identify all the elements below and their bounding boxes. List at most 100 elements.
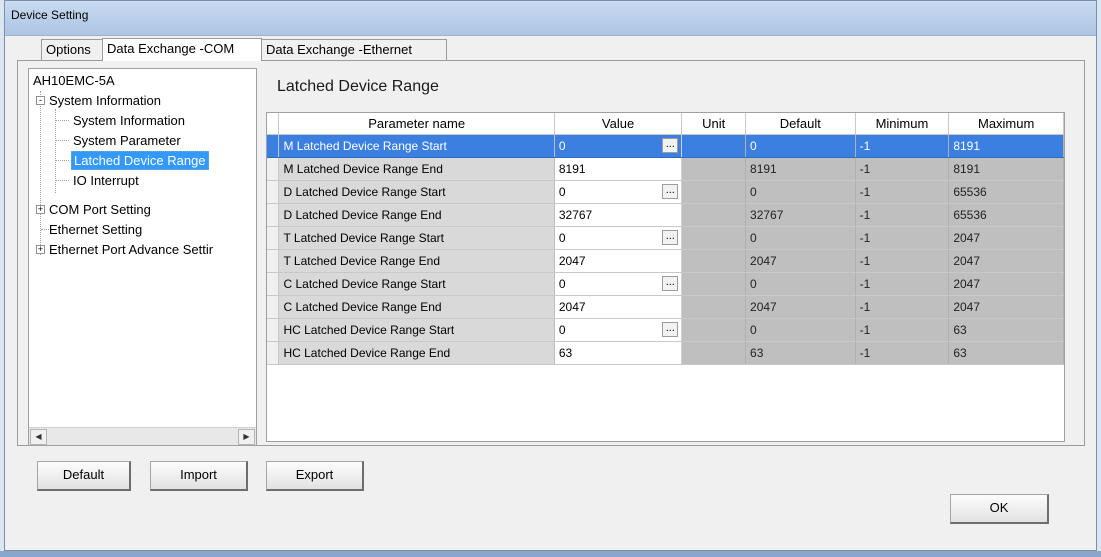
row-header-cell[interactable] xyxy=(267,318,280,342)
table-row[interactable]: M Latched Device Range Start 0... 0 -1 8191 xyxy=(267,134,1064,158)
cell-unit xyxy=(681,203,747,227)
cell-minimum: -1 xyxy=(855,249,950,273)
ellipsis-button[interactable]: ... xyxy=(662,230,679,245)
cell-value[interactable]: 0... xyxy=(554,226,683,250)
cell-value[interactable]: 63 xyxy=(554,341,683,365)
column-header-maximum[interactable]: Maximum xyxy=(948,113,1064,135)
cell-maximum: 2047 xyxy=(948,226,1064,250)
table-row[interactable]: T Latched Device Range End 2047 2047 -1 2047 xyxy=(267,249,1064,273)
row-header-cell[interactable] xyxy=(267,341,280,365)
ok-button[interactable]: OK xyxy=(950,494,1049,524)
cell-value[interactable]: 0... xyxy=(554,272,683,296)
tree-horizontal-scrollbar[interactable]: ◀ ▶ xyxy=(29,427,256,445)
row-header-cell[interactable] xyxy=(267,272,280,296)
tree-item-io-interrupt[interactable]: IO Interrupt xyxy=(73,172,139,189)
cell-value-text: 0 xyxy=(558,277,566,291)
settings-tree[interactable]: AH10EMC-5A - System Information System I… xyxy=(28,68,257,446)
cell-minimum: -1 xyxy=(855,295,950,319)
cell-parameter-name: M Latched Device Range Start xyxy=(278,134,555,158)
parameter-table: Parameter name Value Unit Default Minimu… xyxy=(267,113,1064,365)
cell-value[interactable]: 8191 xyxy=(554,157,683,181)
ellipsis-button[interactable]: ... xyxy=(662,322,679,337)
cell-default: 0 xyxy=(745,272,856,296)
column-header-default[interactable]: Default xyxy=(745,113,856,135)
collapse-icon[interactable]: - xyxy=(36,96,45,105)
row-header-cell[interactable] xyxy=(267,249,280,273)
cell-parameter-name: C Latched Device Range End xyxy=(278,295,555,319)
cell-value-text: 0 xyxy=(558,139,566,153)
cell-default: 2047 xyxy=(745,249,856,273)
row-header-cell[interactable] xyxy=(267,226,280,250)
table-row[interactable]: D Latched Device Range End 32767 32767 -1 65… xyxy=(267,203,1064,227)
tree-item-ethernet-setting[interactable]: Ethernet Setting xyxy=(49,221,142,238)
default-button[interactable]: Default xyxy=(37,461,131,491)
tab-data-exchange-ethernet[interactable]: Data Exchange -Ethernet xyxy=(261,39,447,60)
table-row[interactable]: C Latched Device Range Start 0... 0 -1 2047 xyxy=(267,272,1064,296)
column-header-minimum[interactable]: Minimum xyxy=(855,113,950,135)
cell-unit xyxy=(681,318,747,342)
cell-default: 0 xyxy=(745,180,856,204)
cell-minimum: -1 xyxy=(855,341,950,365)
column-header-unit[interactable]: Unit xyxy=(681,113,747,135)
row-header-cell[interactable] xyxy=(267,180,280,204)
cell-unit xyxy=(681,295,747,319)
cell-value[interactable]: 2047 xyxy=(554,295,683,319)
cell-parameter-name: D Latched Device Range Start xyxy=(278,180,555,204)
tree-item-system-information[interactable]: System Information xyxy=(49,92,161,109)
cell-value[interactable]: 0... xyxy=(554,180,683,204)
parameter-grid[interactable]: Parameter name Value Unit Default Minimu… xyxy=(266,112,1065,442)
cell-value[interactable]: 0... xyxy=(554,134,683,158)
tab-data-exchange-com[interactable]: Data Exchange -COM xyxy=(102,38,262,61)
row-header-cell[interactable] xyxy=(267,203,280,227)
cell-value[interactable]: 2047 xyxy=(554,249,683,273)
column-header-value[interactable]: Value xyxy=(554,113,683,135)
table-row[interactable]: C Latched Device Range End 2047 2047 -1 2047 xyxy=(267,295,1064,319)
window-title: Device Setting xyxy=(11,8,89,22)
cell-minimum: -1 xyxy=(855,180,950,204)
expand-icon[interactable]: + xyxy=(36,245,45,254)
cell-value-text: 2047 xyxy=(558,300,586,314)
ellipsis-button[interactable]: ... xyxy=(662,184,679,199)
cell-default: 0 xyxy=(745,134,856,158)
cell-default: 0 xyxy=(745,318,856,342)
cell-value-text: 0 xyxy=(558,185,566,199)
cell-maximum: 2047 xyxy=(948,295,1064,319)
row-header-cell[interactable] xyxy=(267,295,280,319)
scroll-right-icon[interactable]: ▶ xyxy=(238,429,255,445)
cell-value[interactable]: 32767 xyxy=(554,203,683,227)
cell-parameter-name: T Latched Device Range Start xyxy=(278,226,555,250)
export-button[interactable]: Export xyxy=(266,461,364,491)
tab-options[interactable]: Options xyxy=(41,39,103,60)
ellipsis-button[interactable]: ... xyxy=(662,138,679,153)
tree-item-com-port-setting[interactable]: COM Port Setting xyxy=(49,201,151,218)
title-bar[interactable]: Device Setting xyxy=(5,1,1096,36)
scroll-left-icon[interactable]: ◀ xyxy=(30,429,47,445)
column-header-parameter-name[interactable]: Parameter name xyxy=(278,113,555,135)
table-row[interactable]: M Latched Device Range End 8191 8191 -1 8191 xyxy=(267,157,1064,181)
table-row[interactable]: HC Latched Device Range Start 0... 0 -1 63 xyxy=(267,318,1064,342)
row-header-cell[interactable] xyxy=(267,157,280,181)
cell-parameter-name: HC Latched Device Range End xyxy=(278,341,555,365)
tree-root[interactable]: AH10EMC-5A xyxy=(33,72,115,89)
cell-maximum: 8191 xyxy=(948,134,1064,158)
tree-item-system-information-leaf[interactable]: System Information xyxy=(73,112,185,129)
cell-default: 32767 xyxy=(745,203,856,227)
cell-value[interactable]: 0... xyxy=(554,318,683,342)
expand-icon[interactable]: + xyxy=(36,205,45,214)
cell-default: 2047 xyxy=(745,295,856,319)
tree-item-system-parameter[interactable]: System Parameter xyxy=(73,132,181,149)
tree-item-ethernet-port-advance-setting[interactable]: Ethernet Port Advance Settir xyxy=(49,241,213,258)
tree-item-latched-device-range[interactable]: Latched Device Range xyxy=(71,151,209,170)
cell-minimum: -1 xyxy=(855,226,950,250)
table-row[interactable]: HC Latched Device Range End 63 63 -1 63 xyxy=(267,341,1064,365)
cell-unit xyxy=(681,341,747,365)
cell-value-text: 32767 xyxy=(558,208,593,222)
row-header-cell[interactable] xyxy=(267,134,280,158)
ellipsis-button[interactable]: ... xyxy=(662,276,679,291)
import-button[interactable]: Import xyxy=(150,461,248,491)
table-row[interactable]: T Latched Device Range Start 0... 0 -1 2047 xyxy=(267,226,1064,250)
cell-unit xyxy=(681,249,747,273)
window-bottom-edge xyxy=(0,551,1101,557)
table-row[interactable]: D Latched Device Range Start 0... 0 -1 65536 xyxy=(267,180,1064,204)
cell-value-text: 8191 xyxy=(558,162,586,176)
